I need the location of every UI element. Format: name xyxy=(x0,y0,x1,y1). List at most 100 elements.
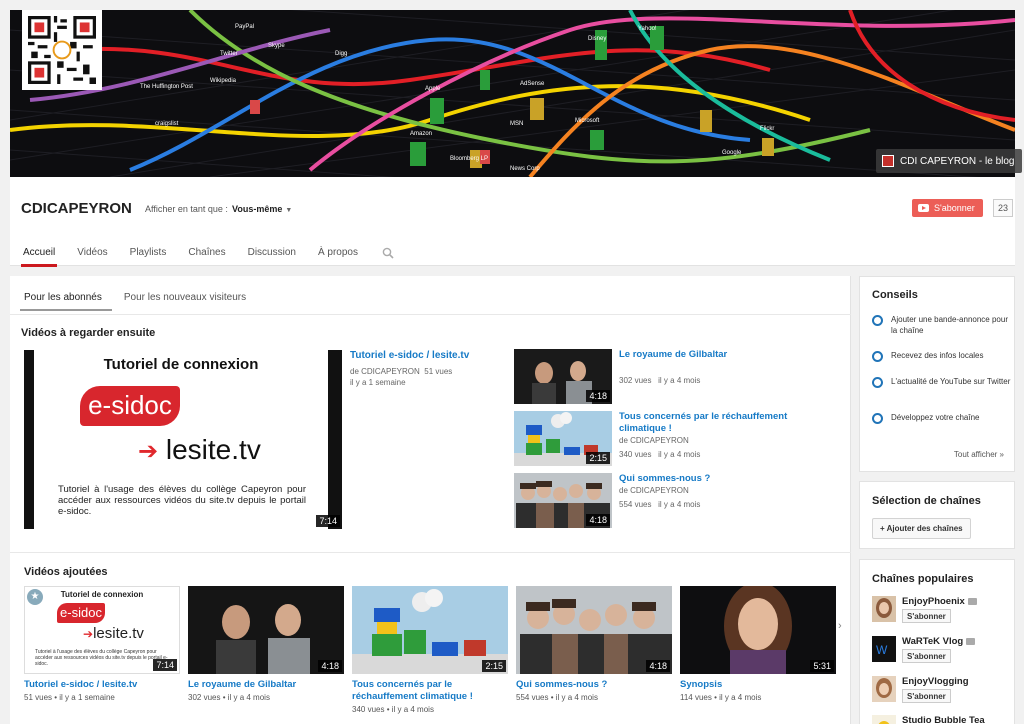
channel-name-text: Studio Bubble Tea xyxy=(902,715,985,724)
featured-age: il y a 1 semaine xyxy=(350,378,406,387)
station-label: Apple xyxy=(425,86,441,92)
station-label: Twitter xyxy=(220,51,238,57)
youtube-play-icon xyxy=(918,204,929,212)
tab-videos[interactable]: Vidéos xyxy=(75,239,117,267)
video-title[interactable]: Qui sommes-nous ? xyxy=(619,473,809,485)
subscribe-button[interactable]: S'abonner xyxy=(902,689,951,703)
station-label: craigslist xyxy=(155,121,179,127)
avatar[interactable] xyxy=(872,676,896,702)
section-title-watch-next: Vidéos à regarder ensuite xyxy=(21,327,156,339)
video-channel[interactable]: de CDICAPEYRON xyxy=(619,486,689,495)
divider xyxy=(10,314,851,315)
channel-name-text: EnjoyPhoenix xyxy=(902,596,965,607)
thumb-heading: Tutoriel de connexion xyxy=(60,590,144,599)
video-duration: 4:18 xyxy=(646,660,670,672)
video-age: il y a 4 mois xyxy=(658,500,701,509)
video-title[interactable]: Tutoriel e-sidoc / lesite.tv xyxy=(24,679,184,691)
caret-down-icon: ▼ xyxy=(285,207,293,214)
verified-icon xyxy=(967,597,977,605)
verified-icon xyxy=(966,637,976,645)
station-label: AdSense xyxy=(520,81,545,87)
audience-subtabs: Pour les abonnés Pour les nouveaux visit… xyxy=(20,286,264,311)
featured-by[interactable]: de CDICAPEYRON xyxy=(350,367,420,376)
video-thumbnail[interactable]: Tutoriel de connexion e-sidoc ➔lesite.tv… xyxy=(24,586,180,674)
tab-a-propos[interactable]: À propos xyxy=(316,239,368,267)
channel-name[interactable]: WaRTeK Vlog xyxy=(902,636,976,647)
video-title[interactable]: Synopsis xyxy=(680,679,840,691)
video-thumbnail[interactable]: 2:15 xyxy=(514,411,612,466)
avatar[interactable]: W xyxy=(872,636,896,662)
thumb-caption: Tutoriel à l'usage des élèves du collège… xyxy=(35,649,168,667)
popular-channels-card: Chaînes populaires EnjoyPhoenix S'abonne… xyxy=(859,559,1015,724)
station-label: Bloomberg LP xyxy=(450,156,488,162)
channel-tabs: Accueil Vidéos Playlists Chaînes Discuss… xyxy=(21,239,378,267)
channel-name[interactable]: EnjoyVlogging xyxy=(902,676,969,687)
chevron-right-icon[interactable]: › xyxy=(838,620,842,632)
channel-name[interactable]: Studio Bubble Tea xyxy=(902,715,985,724)
tab-accueil[interactable]: Accueil xyxy=(21,239,65,267)
featured-thumbnail-art: Tutoriel de connexion e-sidoc ➔ lesite.t… xyxy=(34,350,328,529)
station-label: Digg xyxy=(335,51,347,57)
esidoc-logo: e-sidoc xyxy=(80,386,180,426)
video-title[interactable]: Tous concernés par le réchauffement clim… xyxy=(352,679,512,703)
avatar[interactable] xyxy=(872,596,896,622)
video-thumbnail[interactable]: 4:18 xyxy=(514,349,612,404)
video-duration: 7:14 xyxy=(316,515,340,527)
add-channels-button[interactable]: + Ajouter des chaînes xyxy=(872,518,971,539)
list-item[interactable]: 4:18 Le royaume de Gilbaltar 302 vues il… xyxy=(514,349,844,405)
video-views: 340 vues xyxy=(619,450,652,459)
popular-channels-title: Chaînes populaires xyxy=(872,573,974,585)
divider xyxy=(10,552,851,553)
subscribe-label: S'abonner xyxy=(934,203,975,213)
video-thumbnail[interactable]: 4:18 xyxy=(514,473,612,528)
video-title[interactable]: Qui sommes-nous ? xyxy=(516,679,676,691)
show-all-link[interactable]: Tout afficher » xyxy=(954,450,1004,459)
video-duration: 2:15 xyxy=(586,452,610,464)
channel-name-text: EnjoyVlogging xyxy=(902,676,969,687)
video-title[interactable]: Le royaume de Gilbaltar xyxy=(619,349,809,361)
subscribe-button[interactable]: S'abonner xyxy=(912,199,983,217)
view-as-dropdown[interactable]: Vous-même ▼ xyxy=(232,204,292,214)
banner-blog-link[interactable]: CDI CAPEYRON - le blog xyxy=(876,149,1023,173)
tab-playlists[interactable]: Playlists xyxy=(128,239,177,267)
station-label: PayPal xyxy=(235,24,254,30)
avatar[interactable] xyxy=(872,715,896,724)
main-content: Pour les abonnés Pour les nouveaux visit… xyxy=(10,276,851,724)
video-thumbnail[interactable]: 5:31 xyxy=(680,586,836,674)
channel-name[interactable]: EnjoyPhoenix xyxy=(902,596,977,607)
video-channel[interactable]: de CDICAPEYRON xyxy=(619,436,689,445)
list-item[interactable]: 4:18 Qui sommes-nous ? de CDICAPEYRON 55… xyxy=(514,473,844,529)
video-title[interactable]: Tous concernés par le réchauffement clim… xyxy=(619,411,809,435)
tips-card: Conseils Ajouter une bande-annonce pour … xyxy=(859,276,1015,472)
subscribe-button[interactable]: S'abonner xyxy=(902,609,951,623)
list-item[interactable]: 2:15 Tous concernés par le réchauffement… xyxy=(514,411,844,467)
metro-map-art: PayPal Skype Twitter Wikipedia The Huffi… xyxy=(10,10,1015,177)
featured-video-title[interactable]: Tutoriel e-sidoc / lesite.tv xyxy=(350,350,469,361)
tab-chaines[interactable]: Chaînes xyxy=(186,239,235,267)
video-thumbnail[interactable]: 2:15 xyxy=(352,586,508,674)
subtab-subscribers[interactable]: Pour les abonnés xyxy=(20,286,112,311)
video-meta: 302 vues il y a 4 mois xyxy=(619,376,700,385)
lesitetv-logo-text: lesite.tv xyxy=(93,625,144,642)
view-as-label: Afficher en tant que : xyxy=(145,204,228,214)
subscribe-button[interactable]: S'abonner xyxy=(902,649,951,663)
video-title[interactable]: Le royaume de Gilbaltar xyxy=(188,679,348,691)
video-meta: 340 vues il y a 4 mois xyxy=(619,450,700,459)
station-label: Google xyxy=(722,150,742,156)
circle-icon xyxy=(872,315,883,326)
qr-code-icon xyxy=(28,16,96,84)
channel-title: CDICAPEYRON xyxy=(21,200,132,217)
video-meta: 114 vues • il y a 4 mois xyxy=(680,693,762,702)
channel-search-icon[interactable] xyxy=(382,246,394,264)
tip-text: L'actualité de YouTube sur Twitter xyxy=(891,377,1011,386)
circle-icon xyxy=(872,351,883,362)
featured-video-thumbnail[interactable]: Tutoriel de connexion e-sidoc ➔ lesite.t… xyxy=(24,350,342,529)
tab-discussion[interactable]: Discussion xyxy=(246,239,306,267)
video-views: 554 vues xyxy=(619,500,652,509)
video-thumbnail[interactable]: 4:18 xyxy=(516,586,672,674)
station-label: The Huffington Post xyxy=(140,84,193,90)
subscriber-count: 23 xyxy=(993,199,1014,217)
video-meta: 51 vues • il y a 1 semaine xyxy=(24,693,115,702)
subtab-new-visitors[interactable]: Pour les nouveaux visiteurs xyxy=(120,286,256,311)
video-thumbnail[interactable]: 4:18 xyxy=(188,586,344,674)
